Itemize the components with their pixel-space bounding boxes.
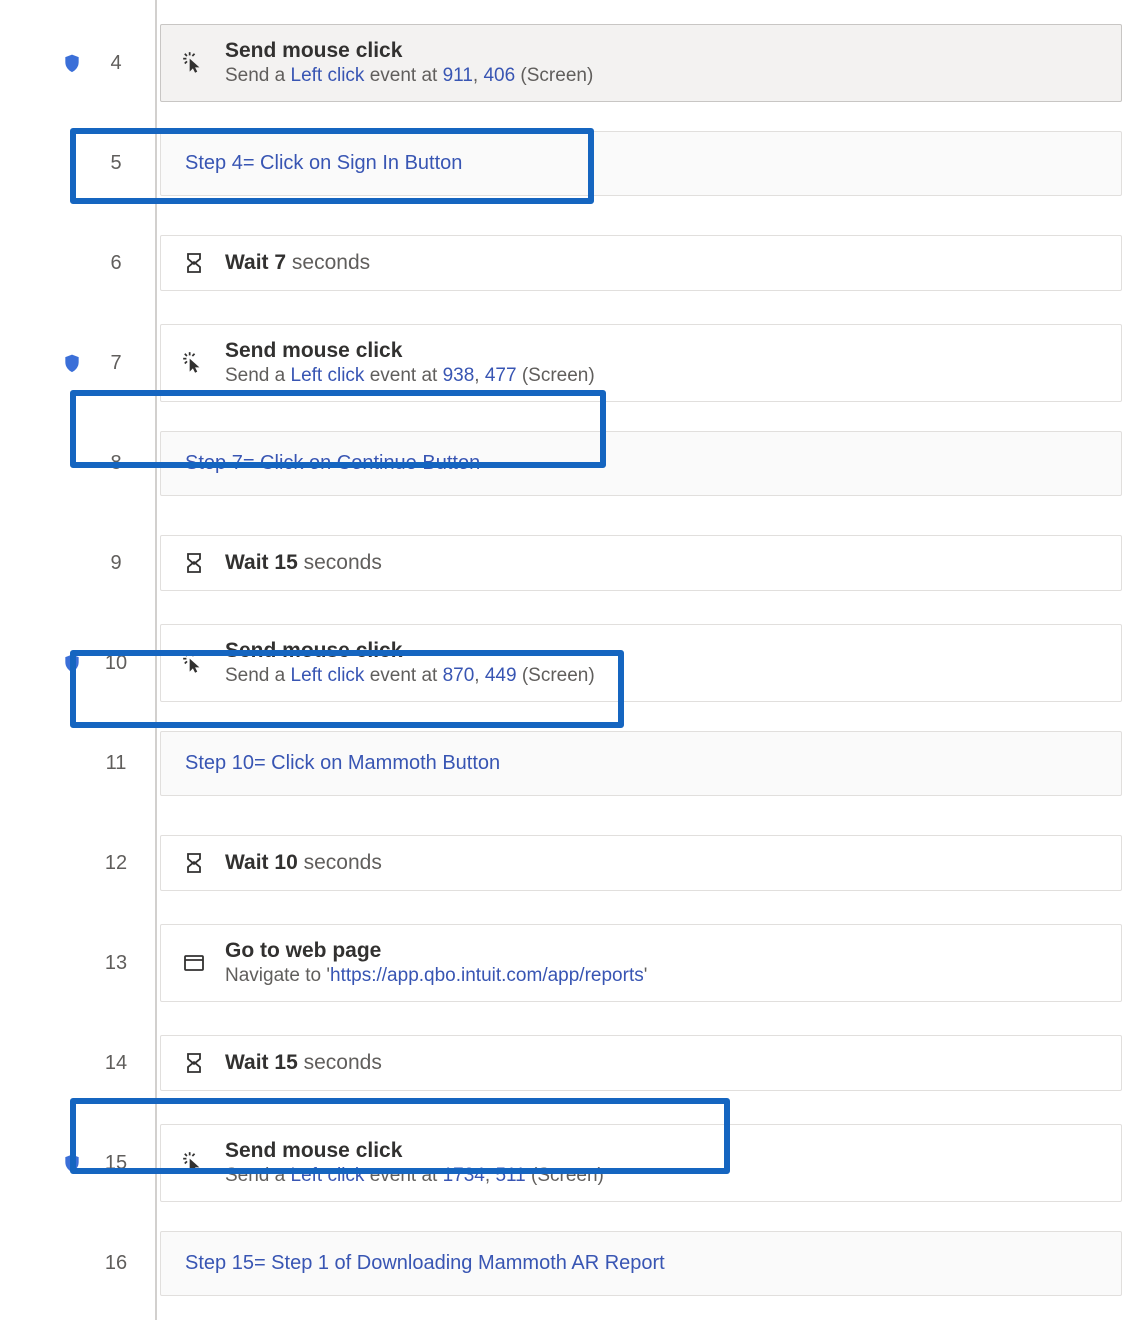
action-title: Wait 15 seconds [225,551,382,575]
action-text: Send mouse clickSend a Left click event … [225,339,595,387]
comment-step-card[interactable]: Step 15= Step 1 of Downloading Mammoth A… [160,1231,1122,1296]
flow-step-row[interactable]: 5 Step 4= Click on Sign In Button [0,120,1122,206]
wait-icon [181,550,207,576]
action-text: Send mouse clickSend a Left click event … [225,39,593,87]
action-text: Send mouse clickSend a Left click event … [225,1139,604,1187]
shield-icon [62,1151,82,1175]
flow-step-row[interactable]: 10 Send mouse clickSend a Left click even… [0,620,1122,706]
action-step-card[interactable]: Go to web pageNavigate to 'https://app.q… [160,924,1122,1002]
action-text: Wait 10 seconds [225,851,382,875]
step-gutter: 14 [0,1052,160,1075]
comment-step-card[interactable]: Step 4= Click on Sign In Button [160,131,1122,196]
step-number: 8 [102,452,130,475]
action-step-card[interactable]: Wait 15 seconds [160,1035,1122,1091]
click-icon [181,50,207,76]
step-number: 14 [102,1052,130,1075]
step-number: 10 [102,652,130,675]
action-step-card[interactable]: Send mouse clickSend a Left click event … [160,624,1122,702]
step-gutter: 15 [0,1151,160,1175]
flow-step-row[interactable]: 16 Step 15= Step 1 of Downloading Mammoth… [0,1220,1122,1306]
action-step-card[interactable]: Wait 10 seconds [160,835,1122,891]
flow-container: 4Send mouse clickSend a Left click event… [0,0,1122,1320]
flow-step-row[interactable]: 15 Send mouse clickSend a Left click even… [0,1120,1122,1206]
action-text: Send mouse clickSend a Left click event … [225,639,595,687]
comment-text: Step 7= Click on Continue Button [185,452,480,475]
step-number: 12 [102,852,130,875]
step-number: 13 [102,952,130,975]
step-number: 5 [102,152,130,175]
action-title: Send mouse click [225,639,595,663]
action-title: Wait 15 seconds [225,1051,382,1075]
step-gutter: 13 [0,952,160,975]
action-text: Wait 15 seconds [225,1051,382,1075]
flow-step-row[interactable]: 8 Step 7= Click on Continue Button [0,420,1122,506]
flow-step-row[interactable]: 14 Wait 15 seconds [0,1020,1122,1106]
action-text: Wait 7 seconds [225,251,370,275]
step-number: 7 [102,352,130,375]
action-text: Go to web pageNavigate to 'https://app.q… [225,939,647,987]
flow-step-row[interactable]: 7 Send mouse clickSend a Left click event… [0,320,1122,406]
step-number: 9 [102,552,130,575]
step-gutter: 7 [0,351,160,375]
step-gutter: 4 [0,51,160,75]
action-step-card[interactable]: Send mouse clickSend a Left click event … [160,324,1122,402]
wait-icon [181,1050,207,1076]
action-title: Send mouse click [225,39,593,63]
action-description: Send a Left click event at 870, 449 (Scr… [225,665,595,687]
browser-icon [181,950,207,976]
step-number: 16 [102,1252,130,1275]
step-gutter: 10 [0,651,160,675]
action-description: Send a Left click event at 911, 406 (Scr… [225,65,593,87]
action-description: Send a Left click event at 938, 477 (Scr… [225,365,595,387]
flow-step-row[interactable]: 9 Wait 15 seconds [0,520,1122,606]
step-gutter: 6 [0,252,160,275]
click-icon [181,650,207,676]
step-gutter: 12 [0,852,160,875]
comment-text: Step 4= Click on Sign In Button [185,152,462,175]
shield-icon [62,51,82,75]
step-gutter: 9 [0,552,160,575]
comment-text: Step 10= Click on Mammoth Button [185,752,500,775]
shield-icon [62,651,82,675]
action-title: Go to web page [225,939,647,963]
click-icon [181,1150,207,1176]
action-step-card[interactable]: Wait 7 seconds [160,235,1122,291]
action-description: Navigate to 'https://app.qbo.intuit.com/… [225,965,647,987]
action-description: Send a Left click event at 1734, 511 (Sc… [225,1165,604,1187]
step-gutter: 8 [0,452,160,475]
flow-step-row[interactable]: 6 Wait 7 seconds [0,220,1122,306]
wait-icon [181,250,207,276]
step-number: 6 [102,252,130,275]
action-title: Wait 7 seconds [225,251,370,275]
flow-step-row[interactable]: 11 Step 10= Click on Mammoth Button [0,720,1122,806]
action-title: Send mouse click [225,1139,604,1163]
shield-icon [62,351,82,375]
action-title: Send mouse click [225,339,595,363]
action-step-card[interactable]: Send mouse clickSend a Left click event … [160,1124,1122,1202]
step-number: 4 [102,52,130,75]
wait-icon [181,850,207,876]
comment-text: Step 15= Step 1 of Downloading Mammoth A… [185,1252,665,1275]
comment-step-card[interactable]: Step 7= Click on Continue Button [160,431,1122,496]
step-gutter: 11 [0,752,160,775]
action-title: Wait 10 seconds [225,851,382,875]
step-number: 11 [102,752,130,775]
action-step-card[interactable]: Send mouse clickSend a Left click event … [160,24,1122,102]
step-gutter: 16 [0,1252,160,1275]
action-step-card[interactable]: Wait 15 seconds [160,535,1122,591]
step-gutter: 5 [0,152,160,175]
flow-step-row[interactable]: 13 Go to web pageNavigate to 'https://app… [0,920,1122,1006]
step-number: 15 [102,1152,130,1175]
click-icon [181,350,207,376]
comment-step-card[interactable]: Step 10= Click on Mammoth Button [160,731,1122,796]
flow-step-row[interactable]: 4 Send mouse clickSend a Left click event… [0,20,1122,106]
flow-step-row[interactable]: 12 Wait 10 seconds [0,820,1122,906]
action-text: Wait 15 seconds [225,551,382,575]
